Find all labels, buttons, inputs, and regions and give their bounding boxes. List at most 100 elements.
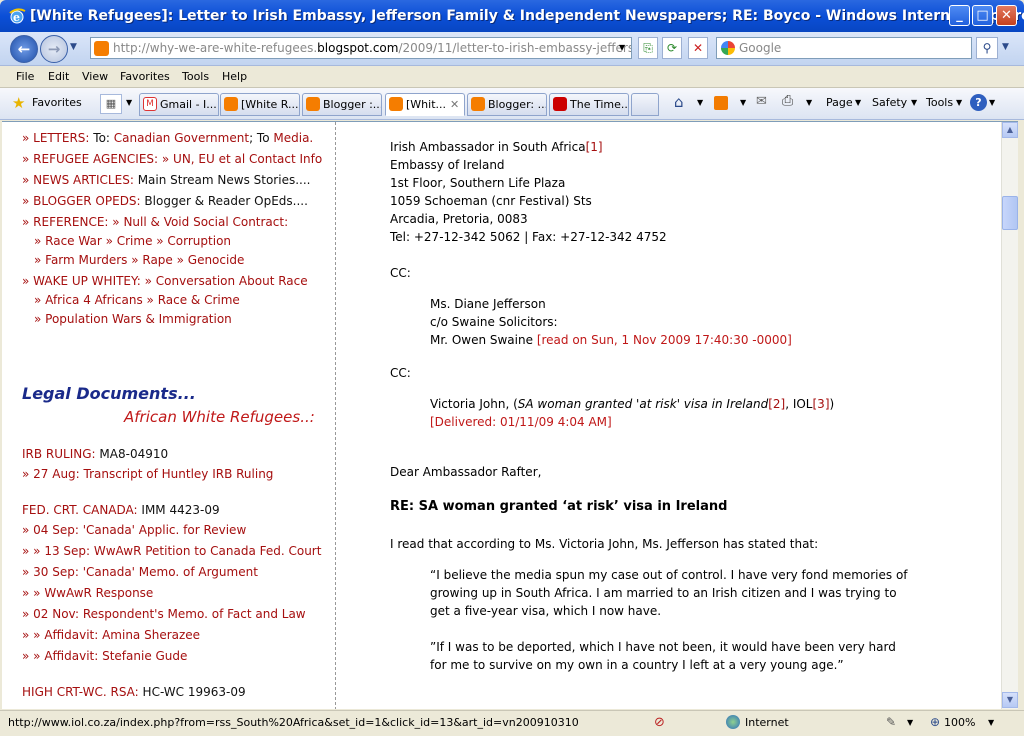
link-fed-7[interactable]: » » Affidavit: Stefanie Gude bbox=[22, 649, 187, 663]
link-null-void[interactable]: » Null & Void Social Contract: bbox=[112, 215, 288, 229]
tab-the-times[interactable]: The Time... bbox=[549, 93, 629, 116]
link-farm-murders-rape-genocide[interactable]: » Farm Murders » Rape » Genocide bbox=[34, 253, 244, 267]
tab-label: Gmail - I... bbox=[160, 98, 217, 111]
scroll-thumb[interactable] bbox=[1002, 196, 1018, 230]
link-population-wars[interactable]: » Population Wars & Immigration bbox=[34, 312, 232, 326]
menu-file[interactable]: File bbox=[16, 70, 34, 83]
print-icon[interactable]: ⎙ bbox=[782, 93, 793, 109]
link-fed-4[interactable]: » » WwAwR Response bbox=[22, 586, 153, 600]
footnote-link-3[interactable]: [3] bbox=[813, 397, 830, 411]
tools-menu[interactable]: Tools bbox=[926, 96, 953, 109]
tab-white-refugees-active[interactable]: [Whit... ✕ bbox=[385, 93, 465, 116]
vj-iol: , IOL bbox=[785, 397, 813, 411]
safety-menu[interactable]: Safety bbox=[872, 96, 907, 109]
link-fed-2[interactable]: » » 13 Sep: WwAwR Petition to Canada Fed… bbox=[22, 544, 321, 558]
address-domain: blogspot.com bbox=[317, 41, 399, 55]
vertical-scrollbar[interactable]: ▲ ▼ bbox=[1001, 122, 1018, 709]
read-mail-icon[interactable]: ✉ bbox=[756, 94, 767, 109]
address-line-2: Embassy of Ireland bbox=[390, 158, 505, 172]
home-chevron-icon[interactable]: ▼ bbox=[697, 98, 703, 107]
tab-blogger-1[interactable]: Blogger :... bbox=[302, 93, 382, 116]
compatibility-icon[interactable]: ⎘ bbox=[638, 37, 658, 59]
svg-text:e: e bbox=[13, 11, 20, 24]
footnote-link-2[interactable]: [2] bbox=[768, 397, 785, 411]
tab-blogger-2[interactable]: Blogger: ... bbox=[467, 93, 547, 116]
cc-label-1: CC: bbox=[390, 266, 411, 280]
browser-window: e [White Refugees]: Letter to Irish Emba… bbox=[0, 0, 1024, 736]
print-chevron-icon[interactable]: ▼ bbox=[806, 98, 812, 107]
fed-number: IMM 4423-09 bbox=[141, 503, 220, 517]
refresh-icon[interactable]: ⟳ bbox=[662, 37, 682, 59]
search-options-chevron-icon[interactable]: ▼ bbox=[1002, 42, 1009, 52]
google-icon bbox=[721, 41, 735, 55]
scroll-down-icon[interactable]: ▼ bbox=[1002, 692, 1018, 708]
recent-pages-chevron-icon[interactable]: ▼ bbox=[70, 42, 77, 52]
zoom-icon[interactable]: ⊕ bbox=[930, 715, 940, 729]
link-race-war-crime-corruption[interactable]: » Race War » Crime » Corruption bbox=[34, 234, 231, 248]
feeds-chevron-icon[interactable]: ▼ bbox=[740, 98, 746, 107]
safety-chevron-icon[interactable]: ▼ bbox=[911, 98, 917, 107]
tab-gmail[interactable]: M Gmail - I... bbox=[139, 93, 219, 116]
globe-icon bbox=[726, 715, 740, 729]
link-main-stream-news[interactable]: Main Stream News Stories.... bbox=[138, 173, 311, 187]
link-africa-race-crime[interactable]: » Africa 4 Africans » Race & Crime bbox=[34, 293, 240, 307]
footnote-link-1[interactable]: [1] bbox=[586, 140, 603, 154]
back-button[interactable]: ← bbox=[10, 35, 38, 63]
menu-favorites[interactable]: Favorites bbox=[120, 70, 170, 83]
menu-tools[interactable]: Tools bbox=[182, 70, 209, 83]
read-receipt: [read on Sun, 1 Nov 2009 17:40:30 -0000] bbox=[536, 333, 792, 347]
link-fed-6[interactable]: » » Affidavit: Amina Sherazee bbox=[22, 628, 200, 642]
feeds-icon[interactable] bbox=[714, 96, 728, 110]
zoom-chevron-icon[interactable]: ▼ bbox=[988, 718, 994, 727]
link-media[interactable]: Media. bbox=[273, 131, 313, 145]
link-irb-transcript[interactable]: » 27 Aug: Transcript of Huntley IRB Ruli… bbox=[22, 467, 273, 481]
forward-button[interactable]: → bbox=[40, 35, 68, 63]
protected-mode-icon[interactable]: ✎ bbox=[886, 715, 896, 729]
tab-list-chevron-icon[interactable]: ▼ bbox=[126, 98, 132, 107]
link-canadian-government[interactable]: Canadian Government bbox=[114, 131, 249, 145]
close-tab-icon[interactable]: ✕ bbox=[450, 94, 459, 115]
link-fed-5[interactable]: » 02 Nov: Respondent's Memo. of Fact and… bbox=[22, 607, 306, 621]
sidebar-wake-up-whitey: » WAKE UP WHITEY: » Conversation About R… bbox=[22, 274, 308, 288]
new-tab-button[interactable] bbox=[631, 93, 659, 116]
zoom-level[interactable]: 100% bbox=[944, 716, 975, 729]
fed-court-heading: FED. CRT. CANADA: IMM 4423-09 bbox=[22, 503, 220, 517]
status-bar: http://www.iol.co.za/index.php?from=rss_… bbox=[0, 710, 1024, 736]
address-line-5: Arcadia, Pretoria, 0083 bbox=[390, 212, 528, 226]
popup-blocker-icon[interactable]: ⊘ bbox=[654, 715, 665, 730]
gmail-icon: M bbox=[143, 97, 157, 111]
maximize-button[interactable]: □ bbox=[972, 5, 993, 26]
tab-white-refugees-1[interactable]: [White R... bbox=[220, 93, 300, 116]
times-icon bbox=[553, 97, 567, 111]
home-icon[interactable]: ⌂ bbox=[674, 93, 684, 111]
link-fed-3[interactable]: » 30 Sep: 'Canada' Memo. of Argument bbox=[22, 565, 258, 579]
stop-icon[interactable]: ✕ bbox=[688, 37, 708, 59]
menu-view[interactable]: View bbox=[82, 70, 108, 83]
page-menu[interactable]: Page bbox=[826, 96, 853, 109]
address-bar[interactable]: http://why-we-are-white-refugees.blogspo… bbox=[90, 37, 632, 59]
address-path: /2009/11/letter-to-irish-embassy-jeffers… bbox=[398, 41, 631, 55]
scroll-up-icon[interactable]: ▲ bbox=[1002, 122, 1018, 138]
minimize-button[interactable]: _ bbox=[949, 5, 970, 26]
protected-mode-chevron-icon[interactable]: ▼ bbox=[907, 718, 913, 727]
menu-edit[interactable]: Edit bbox=[48, 70, 69, 83]
link-fed-1[interactable]: » 04 Sep: 'Canada' Applic. for Review bbox=[22, 523, 246, 537]
quick-tabs-icon[interactable]: ▦ bbox=[100, 94, 122, 114]
tools-chevron-icon[interactable]: ▼ bbox=[956, 98, 962, 107]
link-contact-info[interactable]: » UN, EU et al Contact Info bbox=[162, 152, 322, 166]
blogger-favicon-icon bbox=[94, 41, 109, 56]
address-line-3: 1st Floor, Southern Life Plaza bbox=[390, 176, 566, 190]
page-chevron-icon[interactable]: ▼ bbox=[855, 98, 861, 107]
search-input[interactable]: Google bbox=[716, 37, 972, 59]
address-dropdown-icon[interactable]: ▾ bbox=[612, 37, 632, 59]
help-icon[interactable]: ? bbox=[970, 94, 987, 111]
window-title: [White Refugees]: Letter to Irish Embass… bbox=[30, 8, 1024, 24]
search-icon[interactable]: ⚲ bbox=[976, 37, 998, 59]
menu-help[interactable]: Help bbox=[222, 70, 247, 83]
close-button[interactable]: ✕ bbox=[996, 5, 1017, 26]
link-blogger-opeds[interactable]: Blogger & Reader OpEds.... bbox=[144, 194, 308, 208]
sidebar-reference: » REFERENCE: » Null & Void Social Contra… bbox=[22, 215, 288, 229]
link-conversation-about-race[interactable]: » Conversation About Race bbox=[145, 274, 308, 288]
favorites-button[interactable]: Favorites bbox=[32, 96, 82, 109]
help-chevron-icon[interactable]: ▼ bbox=[989, 98, 995, 107]
